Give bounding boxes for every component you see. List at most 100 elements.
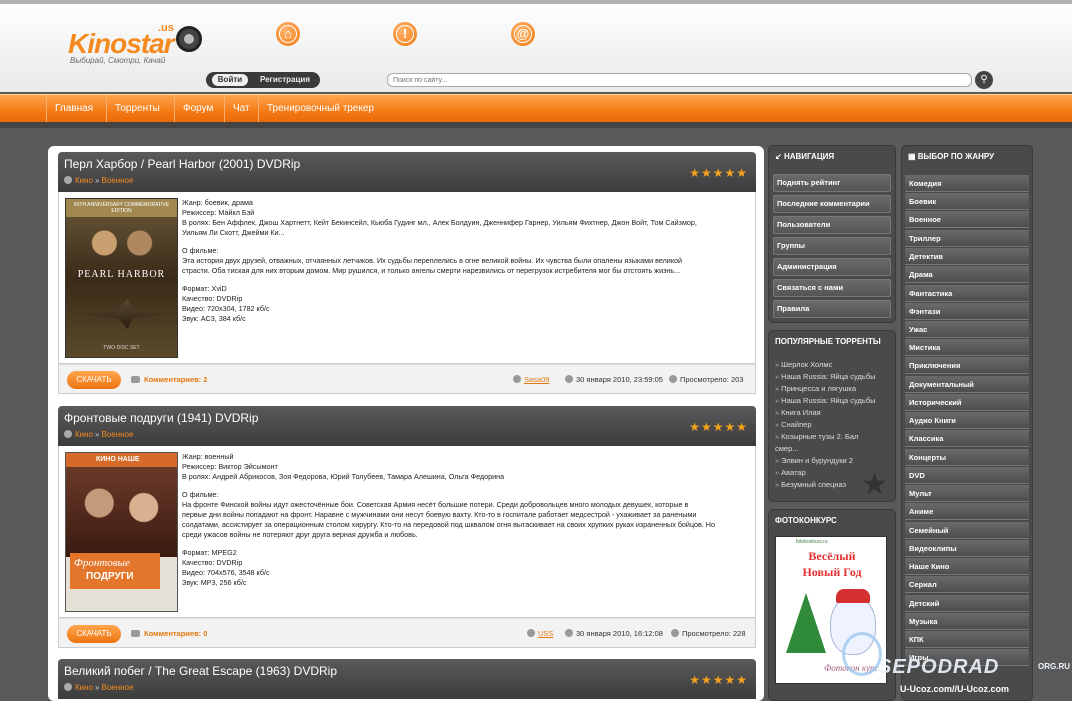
poster-title1: Фронтовые — [74, 557, 130, 569]
info-line: страсти. Оба тиская для них вторым домом… — [182, 266, 681, 275]
nav-groups[interactable]: Группы — [773, 237, 891, 255]
genre-item[interactable]: Семейный — [905, 522, 1029, 539]
post-author: Sasa09 — [513, 375, 549, 384]
nav-administration[interactable]: Администрация — [773, 258, 891, 276]
watermark-brand: SEPODRAD — [878, 656, 1000, 678]
comments-link[interactable]: Комментариев: 2 — [131, 375, 207, 384]
genre-item[interactable]: Видеоклипы — [905, 540, 1029, 557]
popular-item[interactable]: » Козырные тузы 2. Бал — [775, 431, 891, 443]
crumb-kino[interactable]: Кино — [75, 176, 93, 185]
post-title[interactable]: Фронтовые подруги (1941) DVDRip — [64, 411, 258, 425]
nav-item-tracker[interactable]: Тренировочный трекер — [258, 95, 382, 123]
popular-item[interactable]: » Наша Russia: Яйца судьбы — [775, 395, 891, 407]
photocontest-title: ФОТОКОНКУРС — [775, 516, 837, 525]
genre-item[interactable]: Детский — [905, 595, 1029, 612]
crumb-military[interactable]: Военное — [101, 683, 133, 692]
email-icon[interactable]: @ — [511, 22, 535, 46]
poster-image[interactable]: КИНО НАШЕ Фронтовые ПОДРУГИ — [65, 452, 178, 612]
download-button[interactable]: СКАЧАТЬ — [67, 625, 121, 643]
login-button[interactable]: Войти — [212, 74, 248, 86]
nav-item-forum[interactable]: Форум — [174, 95, 221, 123]
comments-link[interactable]: Комментариев: 0 — [131, 629, 207, 638]
crumb-kino[interactable]: Кино — [75, 430, 93, 439]
poster-title2: ПОДРУГИ — [86, 571, 134, 582]
hat-icon — [836, 589, 870, 603]
genre-item[interactable]: Аудио Книги — [905, 412, 1029, 429]
popular-item[interactable]: » Шерлок Холмс — [775, 359, 891, 371]
genre-item[interactable]: Документальный — [905, 376, 1029, 393]
genre-item[interactable]: КПК — [905, 631, 1029, 648]
genre-item[interactable]: Драма — [905, 266, 1029, 283]
post-breadcrumb: Кино» Военное — [64, 683, 133, 692]
crumb-kino[interactable]: Кино — [75, 683, 93, 692]
download-button[interactable]: СКАЧАТЬ — [67, 371, 121, 389]
genre-item[interactable]: Исторический — [905, 394, 1029, 411]
info-line: Режиссер: Виктор Эйсымонт — [182, 462, 278, 471]
nav-users[interactable]: Пользователи — [773, 216, 891, 234]
nav-item-chat[interactable]: Чат — [224, 95, 258, 123]
tree-icon — [786, 593, 826, 653]
info-line: Качество: DVDRip — [182, 558, 243, 567]
post-title[interactable]: Великий побег / The Great Escape (1963) … — [64, 664, 337, 678]
crumb-military[interactable]: Военное — [101, 176, 133, 185]
search-button[interactable]: ⚲ — [975, 71, 993, 89]
post-views: Просмотрело: 203 — [669, 375, 744, 384]
genre-item[interactable]: Фэнтази — [905, 303, 1029, 320]
post-pearl-harbor: Перл Харбор / Pearl Harbor (2001) DVDRip… — [58, 152, 756, 394]
eye-icon — [671, 629, 679, 637]
register-button[interactable]: Регистрация — [252, 74, 318, 86]
popular-item[interactable]: » Книга Илая — [775, 407, 891, 419]
nav-rules[interactable]: Правила — [773, 300, 891, 318]
nav-raise-rating[interactable]: Поднять рейтинг — [773, 174, 891, 192]
author-link[interactable]: Sasa09 — [524, 375, 549, 384]
sidebar-popular: ПОПУЛЯРНЫЕ ТОРРЕНТЫ » Шерлок Холмс » Наша … — [768, 330, 896, 502]
rating-stars[interactable]: ★★★★★ — [689, 420, 748, 434]
home-icon[interactable]: ⌂ — [276, 22, 300, 46]
genre-item[interactable]: Сериал — [905, 576, 1029, 593]
nav-item-torrents[interactable]: Торренты — [106, 95, 168, 123]
genre-item[interactable]: Мульт — [905, 485, 1029, 502]
genre-item[interactable]: Наше Кино — [905, 558, 1029, 575]
genre-item[interactable]: Классика — [905, 430, 1029, 447]
genre-item[interactable]: Мистика — [905, 339, 1029, 356]
sidebar-nav-title: ↙ НАВИГАЦИЯ — [775, 152, 835, 161]
genre-item[interactable]: Фантастика — [905, 285, 1029, 302]
genre-item[interactable]: Детектив — [905, 248, 1029, 265]
info-line: В ролях: Андрей Абрикосов, Зоя Федорова,… — [182, 472, 505, 481]
info-line: Формат: XviD — [182, 284, 227, 293]
post-title[interactable]: Перл Харбор / Pearl Harbor (2001) DVDRip — [64, 157, 300, 171]
site-logo[interactable]: Kinostar .us Выбирай, Смотри, Качай — [68, 22, 208, 70]
genre-item[interactable]: Триллер — [905, 230, 1029, 247]
genre-item[interactable]: Боевик — [905, 193, 1029, 210]
crumb-military[interactable]: Военное — [101, 430, 133, 439]
genre-item[interactable]: Концерты — [905, 449, 1029, 466]
rating-stars[interactable]: ★★★★★ — [689, 166, 748, 180]
info-icon[interactable]: ! — [393, 22, 417, 46]
clock-icon — [565, 629, 573, 637]
genre-item[interactable]: Аниме — [905, 503, 1029, 520]
search-input[interactable] — [387, 73, 972, 87]
nav-latest-comments[interactable]: Последние комментарии — [773, 195, 891, 213]
popular-item[interactable]: » Принцесса и лягушка — [775, 383, 891, 395]
popular-item[interactable]: » Снайпер — [775, 419, 891, 431]
popular-item[interactable]: » Наша Russia: Яйца судьбы — [775, 371, 891, 383]
poster-image[interactable]: 60TH ANNIVERSARY COMMEMORATIVE EDITION P… — [65, 198, 178, 358]
popular-item[interactable]: » Элвин и бурундуки 2 — [775, 455, 891, 467]
rating-stars[interactable]: ★★★★★ — [689, 673, 748, 687]
logo-tagline: Выбирай, Смотри, Качай — [70, 56, 166, 65]
genre-item[interactable]: Музыка — [905, 613, 1029, 630]
post-footer: СКАЧАТЬ Комментариев: 0 USS 30 января 20… — [58, 618, 756, 648]
author-link[interactable]: USS — [538, 629, 553, 638]
nav-item-home[interactable]: Главная — [46, 95, 101, 123]
genre-item[interactable]: DVD — [905, 467, 1029, 484]
sidebar-genres: ▦ ВЫБОР ПО ЖАНРУ Комедия Боевик Военное … — [901, 145, 1033, 701]
genre-item[interactable]: Комедия — [905, 175, 1029, 192]
poster-footer: TWO-DISC SET — [103, 345, 140, 351]
genre-item[interactable]: Приключения — [905, 357, 1029, 374]
genre-item[interactable]: Ужас — [905, 321, 1029, 338]
nav-contact[interactable]: Связаться с нами — [773, 279, 891, 297]
genre-item[interactable]: Военное — [905, 211, 1029, 228]
photocontest-line2: Новый Год — [802, 565, 862, 579]
popular-item[interactable]: смер... — [775, 443, 891, 455]
